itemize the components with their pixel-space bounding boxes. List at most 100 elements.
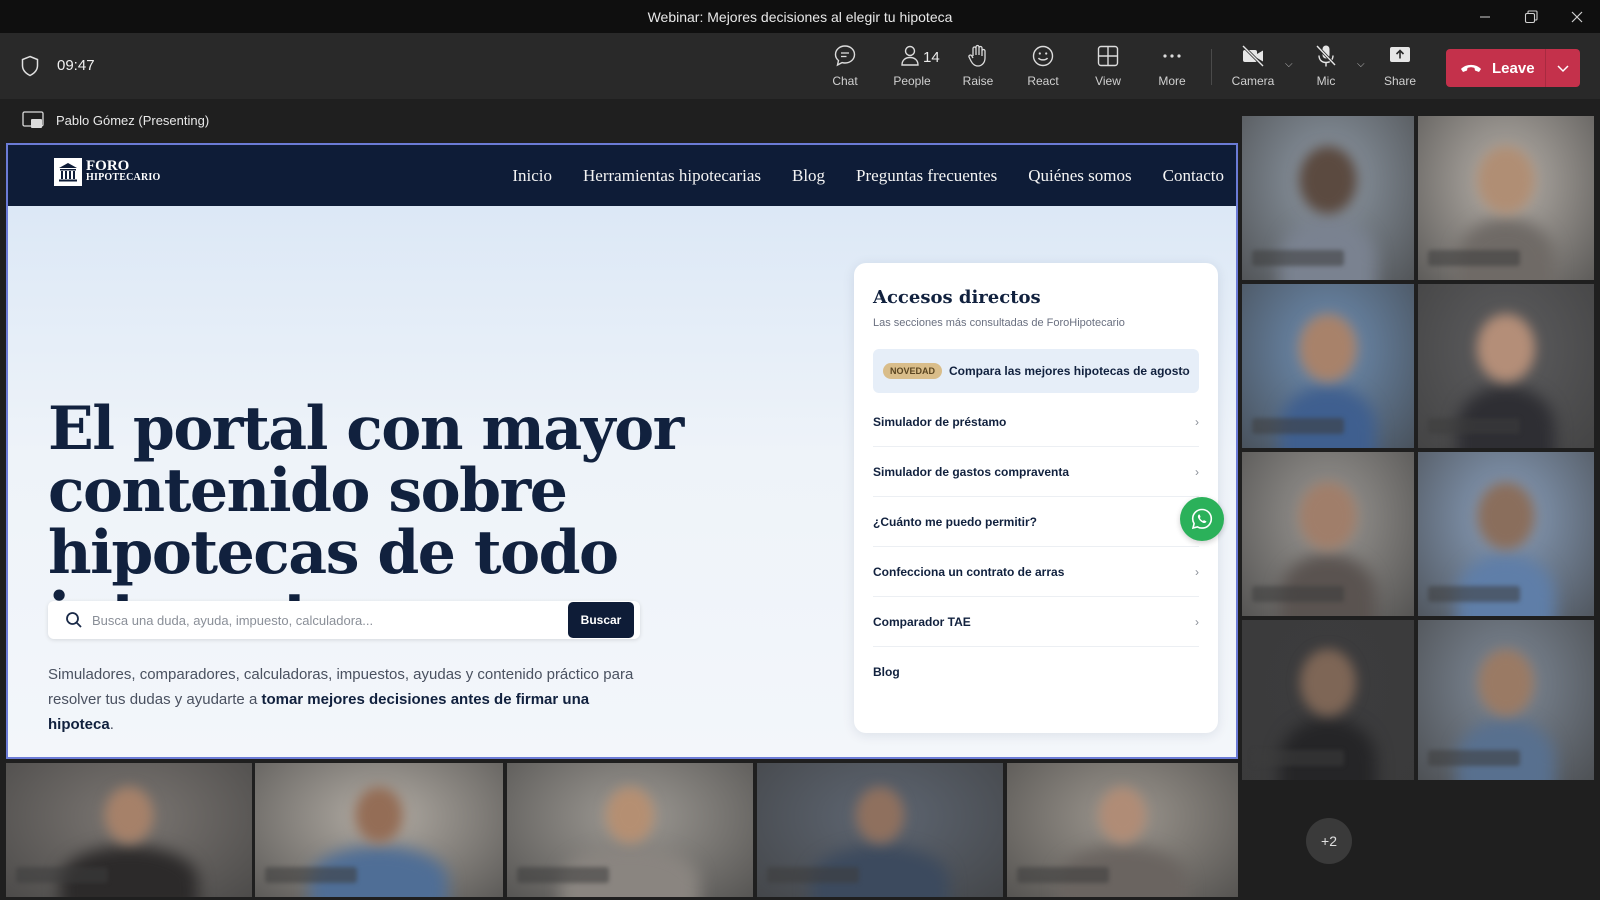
participant-name-tag [1428, 750, 1520, 766]
raise-button[interactable]: Raise [948, 41, 1008, 93]
participant-video-tile[interactable] [1242, 284, 1414, 448]
participant-video-tile[interactable] [6, 763, 252, 897]
nav-link-herramientas[interactable]: Herramientas hipotecarias [583, 166, 761, 186]
card-title: Accesos directos [873, 287, 1041, 308]
shortcut-item[interactable]: Simulador de préstamo › [873, 397, 1199, 447]
shortcut-label: Simulador de gastos compraventa [873, 464, 1070, 479]
shortcut-item[interactable]: ¿Cuánto me puedo permitir?› [873, 497, 1199, 547]
logo-line2: HIPOTECARIO [86, 172, 161, 183]
search-input[interactable] [92, 601, 552, 639]
meeting-timer: 09:47 [57, 57, 95, 74]
people-count: 14 [923, 49, 940, 66]
shortcut-item[interactable]: Confecciona un contrato de arras › [873, 547, 1199, 597]
screen-share-icon [22, 111, 44, 128]
react-label: React [1027, 74, 1059, 88]
chevron-right-icon: › [1195, 615, 1199, 629]
participant-name-tag [1428, 418, 1520, 434]
mic-button[interactable]: Mic [1296, 41, 1356, 93]
participant-face [105, 787, 153, 844]
people-label: People [893, 74, 931, 88]
search-button[interactable]: Buscar [568, 602, 634, 638]
participant-face [355, 787, 403, 844]
leave-label: Leave [1492, 59, 1535, 77]
participant-face [856, 787, 904, 844]
participant-face [1477, 145, 1535, 215]
camera-chevron-down-icon[interactable]: ⌵ [1285, 59, 1293, 70]
mic-chevron-down-icon[interactable]: ⌵ [1357, 59, 1365, 70]
nav-link-contacto[interactable]: Contacto [1163, 166, 1224, 186]
card-subtitle: Las secciones más consultadas de ForoHip… [873, 317, 1125, 329]
more-label: More [1158, 74, 1186, 88]
participant-name-tag [1252, 750, 1344, 766]
site-nav-links: Inicio Herramientas hipotecarias Blog Pr… [481, 145, 1224, 206]
nav-link-blog[interactable]: Blog [792, 166, 825, 186]
shortcut-item[interactable]: Blog [873, 647, 1199, 697]
more-button[interactable]: More [1142, 41, 1202, 93]
leave-chevron-down-icon[interactable] [1546, 63, 1580, 73]
leave-main[interactable]: Leave [1446, 49, 1546, 87]
presenter-bar: Pablo Gómez (Presenting) [0, 99, 1240, 143]
participant-video-tile[interactable] [757, 763, 1003, 897]
bank-building-icon [54, 158, 82, 186]
share-button[interactable]: Share [1370, 41, 1430, 93]
minimize-icon[interactable] [1462, 0, 1508, 33]
camera-button[interactable]: Camera [1223, 41, 1283, 93]
raise-hand-icon [968, 44, 986, 67]
participant-name-tag [1252, 418, 1344, 434]
search-bar: Buscar [48, 601, 640, 639]
site-logo[interactable]: FORO HIPOTECARIO [54, 158, 160, 186]
participant-name-tag [1017, 867, 1109, 883]
participant-video-tile[interactable] [1418, 116, 1594, 280]
participant-video-tile[interactable] [1418, 452, 1594, 616]
promo-text: Compara las mejores hipotecas de agosto [949, 364, 1190, 378]
meeting-toolbar: 09:47 Chat 14 People Raise React View Mo… [0, 33, 1600, 99]
close-icon[interactable] [1554, 0, 1600, 33]
participant-face [1477, 481, 1535, 551]
whatsapp-icon[interactable] [1180, 497, 1224, 541]
shortcut-label: Comparador TAE [873, 614, 971, 629]
shared-screen[interactable]: FORO HIPOTECARIO Inicio Herramientas hip… [6, 143, 1238, 759]
restore-icon[interactable] [1508, 0, 1554, 33]
participant-video-tile[interactable] [255, 763, 503, 897]
nav-link-quienes-somos[interactable]: Quiénes somos [1028, 166, 1131, 186]
chevron-right-icon: › [1195, 415, 1199, 429]
nav-link-inicio[interactable]: Inicio [512, 166, 552, 186]
participant-name-tag [16, 867, 108, 883]
hero-description: Simuladores, comparadores, calculadoras,… [48, 662, 648, 737]
leave-button[interactable]: Leave [1446, 49, 1580, 87]
participant-video-tile[interactable] [1242, 452, 1414, 616]
smiley-icon [1032, 45, 1054, 67]
shortcut-item[interactable]: Simulador de gastos compraventa › [873, 447, 1199, 497]
window-titlebar: Webinar: Mejores decisiones al elegir tu… [0, 0, 1600, 33]
chat-button[interactable]: Chat [815, 41, 875, 93]
participant-name-tag [1252, 250, 1344, 266]
logo-line1: FORO [86, 158, 130, 174]
participant-video-tile[interactable] [1418, 620, 1594, 780]
shortcut-item[interactable]: Comparador TAE › [873, 597, 1199, 647]
participant-video-tile[interactable] [1007, 763, 1238, 897]
view-label: View [1095, 74, 1121, 88]
participant-video-tile[interactable] [1418, 284, 1594, 448]
mic-off-icon [1315, 44, 1337, 67]
search-icon [66, 612, 82, 628]
participant-video-tile[interactable] [507, 763, 753, 897]
promo-link[interactable]: NOVEDAD Compara las mejores hipotecas de… [873, 349, 1199, 393]
participant-video-tile[interactable] [1242, 620, 1414, 780]
new-badge: NOVEDAD [883, 363, 943, 379]
camera-label: Camera [1231, 74, 1275, 88]
participant-name-tag [265, 867, 357, 883]
people-button[interactable]: 14 People [882, 41, 942, 93]
view-button[interactable]: View [1078, 41, 1138, 93]
participant-video-tile[interactable] [1242, 116, 1414, 280]
ellipsis-icon [1163, 54, 1181, 58]
participant-face [606, 787, 654, 844]
shortcut-label: Simulador de préstamo [873, 414, 1007, 429]
participant-name-tag [1428, 586, 1520, 602]
participant-face [1477, 313, 1535, 383]
nav-link-faq[interactable]: Preguntas frecuentes [856, 166, 997, 186]
overflow-participants-button[interactable]: +2 [1306, 818, 1352, 864]
react-button[interactable]: React [1013, 41, 1073, 93]
participant-face [1299, 648, 1357, 716]
shortcuts-card: Accesos directos Las secciones más consu… [854, 263, 1218, 733]
participant-name-tag [517, 867, 609, 883]
